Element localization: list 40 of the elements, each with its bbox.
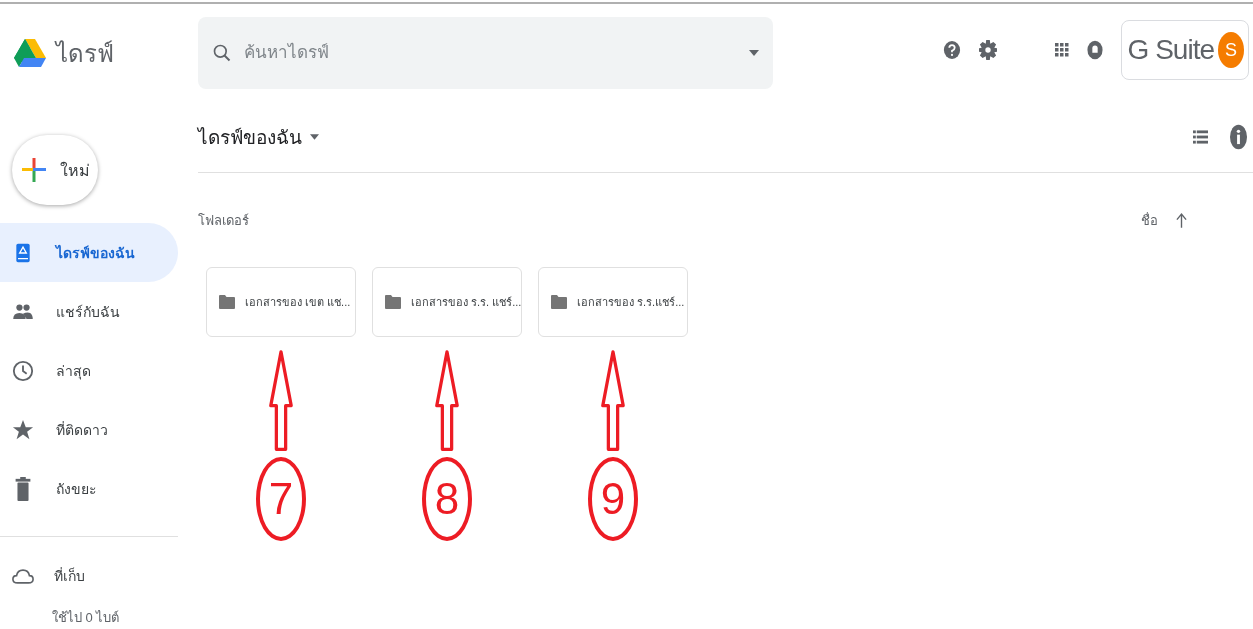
storage-usage: ใช้ไป 0 ไบต์ bbox=[51, 609, 121, 627]
list-view-icon[interactable] bbox=[1193, 130, 1208, 144]
sidebar-item[interactable]: แชร์กับฉัน bbox=[0, 282, 178, 341]
account-button[interactable]: G Suite S bbox=[1120, 20, 1249, 80]
search-input[interactable]: ค้นหาไดรฟ์ bbox=[242, 42, 739, 64]
clock-icon bbox=[12, 359, 34, 382]
folder-icon bbox=[385, 295, 401, 309]
help-icon[interactable] bbox=[942, 39, 961, 61]
sidebar-item[interactable]: ไดรฟ์ของฉัน bbox=[0, 223, 178, 282]
storage-label[interactable]: ที่เก็บ bbox=[54, 565, 85, 587]
folder-icon bbox=[551, 295, 567, 309]
sidebar-item[interactable]: ล่าสุด bbox=[0, 341, 178, 400]
star-icon bbox=[12, 418, 34, 441]
sidebar-item[interactable]: ถังขยะ bbox=[0, 459, 178, 518]
folder-card[interactable]: เอกสารของ เขต แช... bbox=[206, 267, 356, 337]
sort-arrow-icon[interactable] bbox=[1176, 212, 1187, 228]
settings-icon[interactable] bbox=[978, 39, 997, 61]
cloud-icon bbox=[12, 567, 34, 585]
section-heading: โฟลเดอร์ bbox=[198, 211, 250, 230]
notification-icon[interactable] bbox=[1086, 39, 1103, 61]
callout-number: 7 bbox=[256, 457, 306, 541]
sidebar-item[interactable]: ที่ติดดาว bbox=[0, 400, 178, 459]
location-title[interactable]: ไดรฟ์ของฉัน bbox=[198, 122, 302, 152]
callout-number: 9 bbox=[588, 457, 638, 541]
info-icon[interactable] bbox=[1230, 124, 1247, 150]
callout-number: 8 bbox=[422, 457, 472, 541]
dropdown-icon[interactable] bbox=[749, 50, 759, 56]
drive-logo-icon bbox=[14, 39, 46, 67]
sort-label[interactable]: ชื่อ bbox=[1141, 209, 1158, 231]
app-name: ไดรฟ์ bbox=[56, 38, 114, 69]
search-icon bbox=[212, 43, 232, 63]
search-bar[interactable]: ค้นหาไดรฟ์ bbox=[198, 17, 773, 89]
apps-grid-icon[interactable] bbox=[1054, 43, 1069, 57]
people-icon bbox=[12, 303, 34, 320]
folder-card[interactable]: เอกสารของ ร.ร. แชร์... bbox=[372, 267, 522, 337]
plus-icon bbox=[22, 158, 46, 182]
new-button[interactable]: ใหม่ bbox=[12, 135, 98, 205]
folder-card[interactable]: เอกสารของ ร.ร.แชร์... bbox=[538, 267, 688, 337]
dropdown-icon[interactable] bbox=[310, 134, 319, 140]
folder-icon bbox=[219, 295, 235, 309]
